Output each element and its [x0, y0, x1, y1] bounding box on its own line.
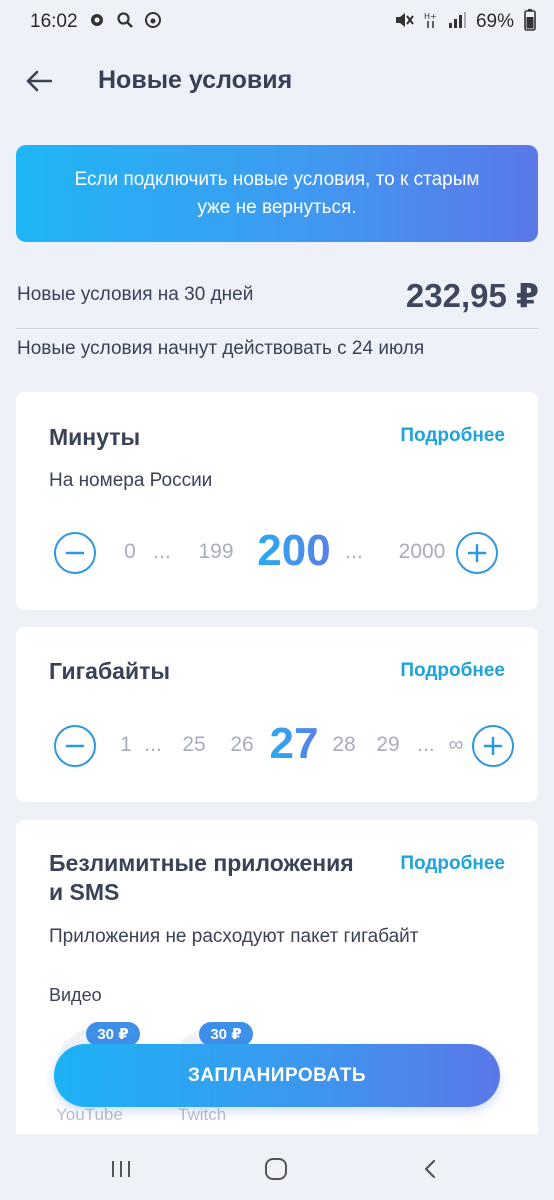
minutes-plus-button[interactable]	[456, 532, 498, 574]
plus-icon	[483, 736, 503, 756]
minutes-selector[interactable]: 0 ... 199 200 ... 2000	[54, 526, 498, 578]
signal-icon	[448, 11, 466, 34]
plus-icon	[467, 543, 487, 563]
svg-text:H+: H+	[424, 12, 437, 21]
mute-icon	[394, 11, 414, 34]
battery-percent: 69%	[475, 11, 514, 32]
banner-text: Если подключить новые условия, то к стар…	[74, 168, 480, 218]
minus-icon	[65, 744, 85, 748]
info-banner: Если подключить новые условия, то к стар…	[16, 145, 538, 242]
price-row: Новые условия на 30 дней 232,95 ₽	[17, 272, 539, 318]
minutes-ellipsis: ...	[153, 540, 171, 563]
minutes-subtitle: На номера России	[49, 470, 213, 491]
gigabytes-title: Гигабайты	[49, 658, 171, 684]
minutes-option[interactable]: 199	[198, 540, 233, 564]
twitch-app-name: Twitch	[178, 1105, 227, 1124]
status-time: 16:02	[30, 11, 78, 32]
unlimited-more-link[interactable]: Подробнее	[400, 853, 505, 875]
minutes-card: Минуты Подробнее На номера России 0 ... …	[16, 392, 538, 610]
gigabytes-card: Гигабайты Подробнее 1 ... 25 26 27 28 29…	[16, 627, 538, 802]
youtube-price-badge: 30 ₽	[86, 1022, 140, 1046]
gigabytes-ellipsis: ...	[417, 733, 435, 756]
music-icon	[144, 11, 162, 34]
gigabytes-option[interactable]: ∞	[449, 733, 464, 757]
gigabytes-option[interactable]: 29	[376, 733, 399, 757]
notification-icon	[88, 11, 106, 34]
minus-icon	[65, 551, 85, 555]
status-right: H+ 69%	[394, 8, 536, 36]
recent-apps-icon	[112, 1161, 130, 1177]
gigabytes-option[interactable]: 25	[182, 733, 205, 757]
home-button[interactable]	[256, 1154, 296, 1184]
minutes-title: Минуты	[49, 424, 141, 450]
gigabytes-plus-button[interactable]	[472, 725, 514, 767]
network-type-icon: H+	[424, 11, 438, 34]
minutes-ellipsis: ...	[345, 540, 363, 563]
video-section-label: Видео	[49, 985, 102, 1005]
search-icon	[116, 11, 134, 34]
schedule-button[interactable]: ЗАПЛАНИРОВАТЬ	[54, 1044, 500, 1107]
gigabytes-option[interactable]: 26	[230, 733, 253, 757]
minutes-current-value: 200	[257, 526, 331, 575]
youtube-app-name: YouTube	[56, 1105, 123, 1124]
recent-apps-button[interactable]	[101, 1154, 141, 1184]
gigabytes-selector[interactable]: 1 ... 25 26 27 28 29 ... ∞	[54, 719, 514, 771]
gigabytes-option[interactable]: 1	[120, 733, 132, 757]
price-label: Новые условия на 30 дней	[17, 284, 254, 305]
gigabytes-option[interactable]: 28	[332, 733, 355, 757]
gigabytes-more-link[interactable]: Подробнее	[400, 660, 505, 682]
header: Новые условия	[0, 52, 554, 112]
battery-icon	[524, 8, 536, 36]
minutes-more-link[interactable]: Подробнее	[400, 425, 505, 447]
chevron-left-icon	[424, 1159, 436, 1179]
status-bar: 16:02 H+ 69%	[0, 0, 554, 44]
twitch-price-badge: 30 ₽	[199, 1022, 253, 1046]
gigabytes-ellipsis: ...	[144, 733, 162, 756]
unlimited-subtitle: Приложения не расходуют пакет гигабайт	[49, 926, 419, 947]
unlimited-title-line1: Безлимитные приложения	[49, 850, 354, 876]
arrow-left-icon	[26, 70, 52, 92]
status-left: 16:02	[30, 11, 162, 34]
page-title: Новые условия	[98, 66, 293, 94]
system-nav-bar	[0, 1134, 554, 1200]
back-nav-button[interactable]	[410, 1154, 450, 1184]
back-button[interactable]	[22, 64, 56, 98]
minutes-option[interactable]: 2000	[399, 540, 446, 564]
gigabytes-current-value: 27	[269, 719, 319, 768]
unlimited-title-line2: и SMS	[49, 879, 120, 905]
minutes-option[interactable]: 0	[124, 540, 136, 564]
price-value: 232,95 ₽	[405, 276, 539, 314]
gigabytes-minus-button[interactable]	[54, 725, 96, 767]
start-date-note: Новые условия начнут действовать с 24 ию…	[17, 338, 425, 359]
minutes-minus-button[interactable]	[54, 532, 96, 574]
home-icon	[265, 1158, 287, 1180]
divider	[16, 328, 538, 329]
